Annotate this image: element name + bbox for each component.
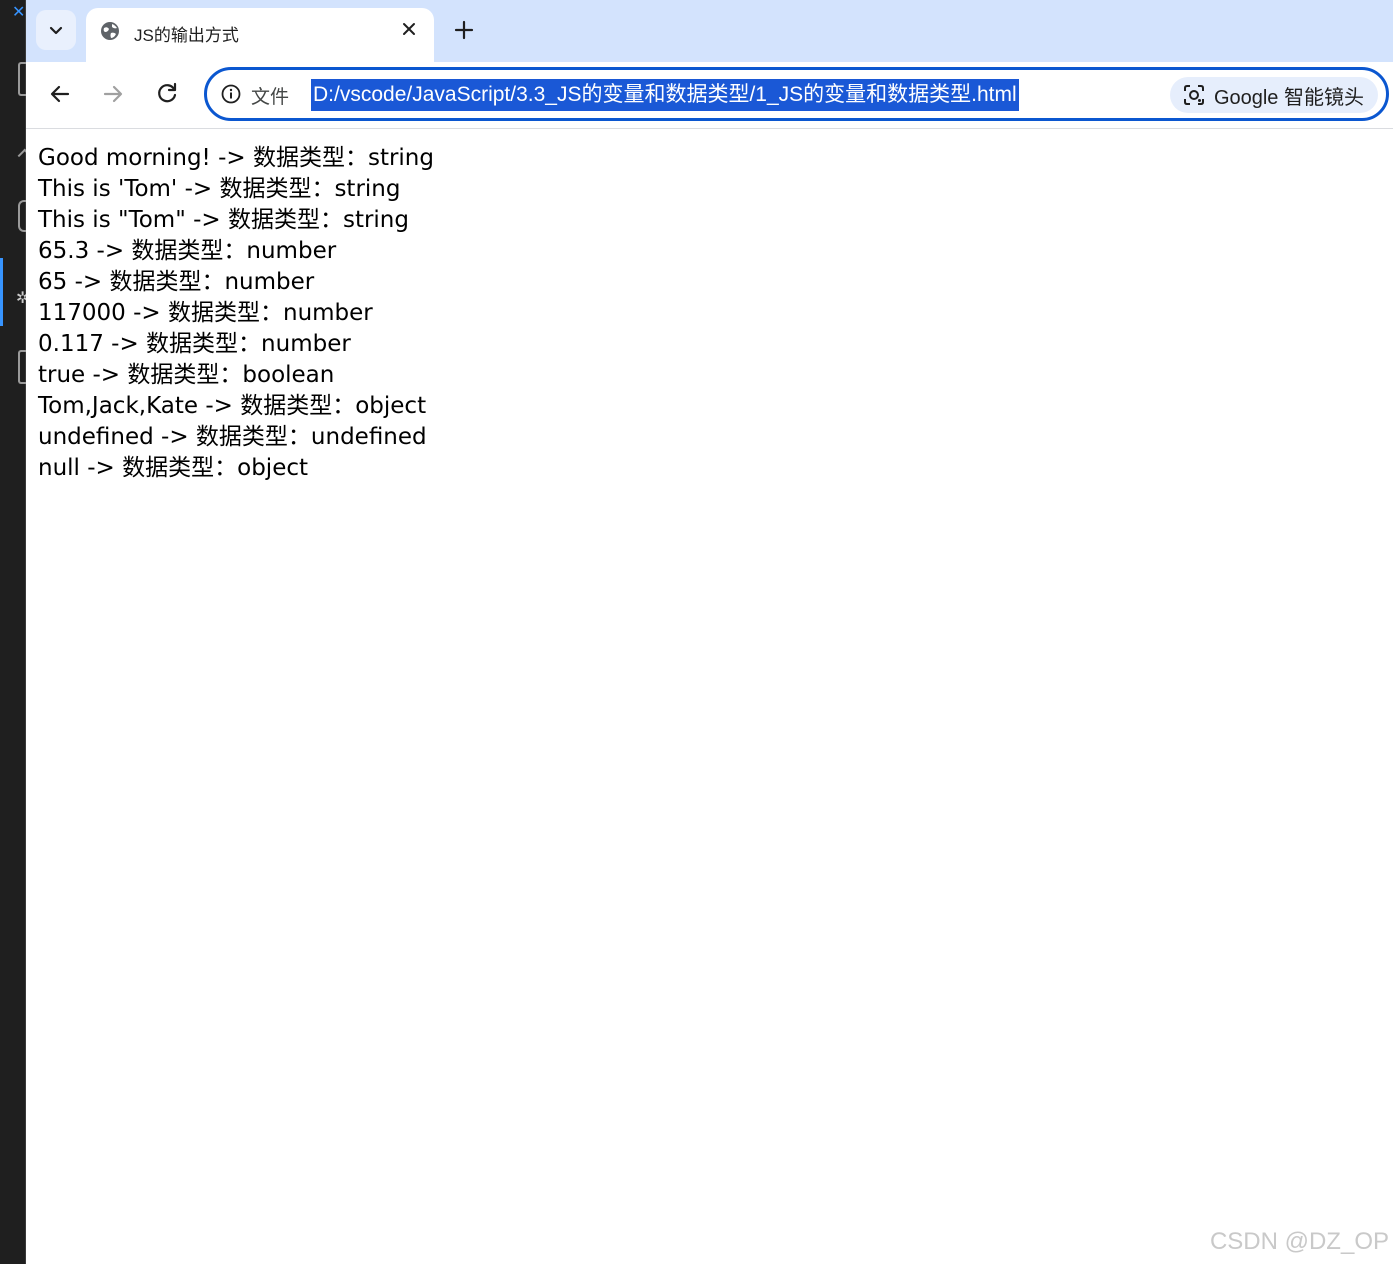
close-icon[interactable] xyxy=(400,20,418,38)
lens-label: Google 智能镜头 xyxy=(1213,86,1364,109)
new-tab-button[interactable] xyxy=(450,16,478,44)
output-line: true -> 数据类型：boolean xyxy=(38,362,335,388)
output-line: This is "Tom" -> 数据类型：string xyxy=(38,207,409,233)
tab-strip: JS的输出方式 xyxy=(26,0,1393,62)
reload-button[interactable] xyxy=(153,80,181,108)
watermark: CSDN @DZ_OP xyxy=(1209,1228,1389,1255)
output-line: Tom,Jack,Kate -> 数据类型：object xyxy=(38,393,427,419)
close-icon[interactable]: ✕ xyxy=(12,2,25,21)
scheme-label: 文件 xyxy=(251,86,290,108)
browser-window: JS的输出方式 文件 D:/vscode/JavaScript/3.3_JS的变… xyxy=(26,0,1393,1264)
globe-icon xyxy=(101,22,119,40)
output-line: undefined -> 数据类型：undefined xyxy=(38,424,427,450)
tab-title: JS的输出方式 xyxy=(134,26,239,45)
back-button[interactable] xyxy=(46,80,74,108)
info-icon[interactable] xyxy=(221,84,241,104)
output-line: null -> 数据类型：object xyxy=(38,455,309,481)
forward-button[interactable] xyxy=(99,80,127,108)
output-line: Good morning! -> 数据类型：string xyxy=(38,145,434,171)
lens-icon xyxy=(1183,85,1204,105)
editor-sidebar-strip: ✕ ✲ xyxy=(0,0,31,1264)
chevron-down-icon xyxy=(49,26,63,35)
tab-active[interactable]: JS的输出方式 xyxy=(86,8,434,62)
active-indicator xyxy=(0,258,3,326)
output-line: 0.117 -> 数据类型：number xyxy=(38,331,351,357)
output-line: This is 'Tom' -> 数据类型：string xyxy=(38,176,401,202)
tab-search-button[interactable] xyxy=(36,10,76,50)
output-line: 65.3 -> 数据类型：number xyxy=(38,238,337,264)
address-bar[interactable]: 文件 D:/vscode/JavaScript/3.3_JS的变量和数据类型/1… xyxy=(204,67,1389,121)
output-line: 117000 -> 数据类型：number xyxy=(38,300,373,326)
toolbar: 文件 D:/vscode/JavaScript/3.3_JS的变量和数据类型/1… xyxy=(26,62,1393,129)
google-lens-button[interactable]: Google 智能镜头 xyxy=(1169,77,1378,113)
url-text[interactable]: D:/vscode/JavaScript/3.3_JS的变量和数据类型/1_JS… xyxy=(311,79,1019,111)
output-line: 65 -> 数据类型：number xyxy=(38,269,315,295)
page-content: Good morning! -> 数据类型：string This is 'To… xyxy=(38,143,434,484)
